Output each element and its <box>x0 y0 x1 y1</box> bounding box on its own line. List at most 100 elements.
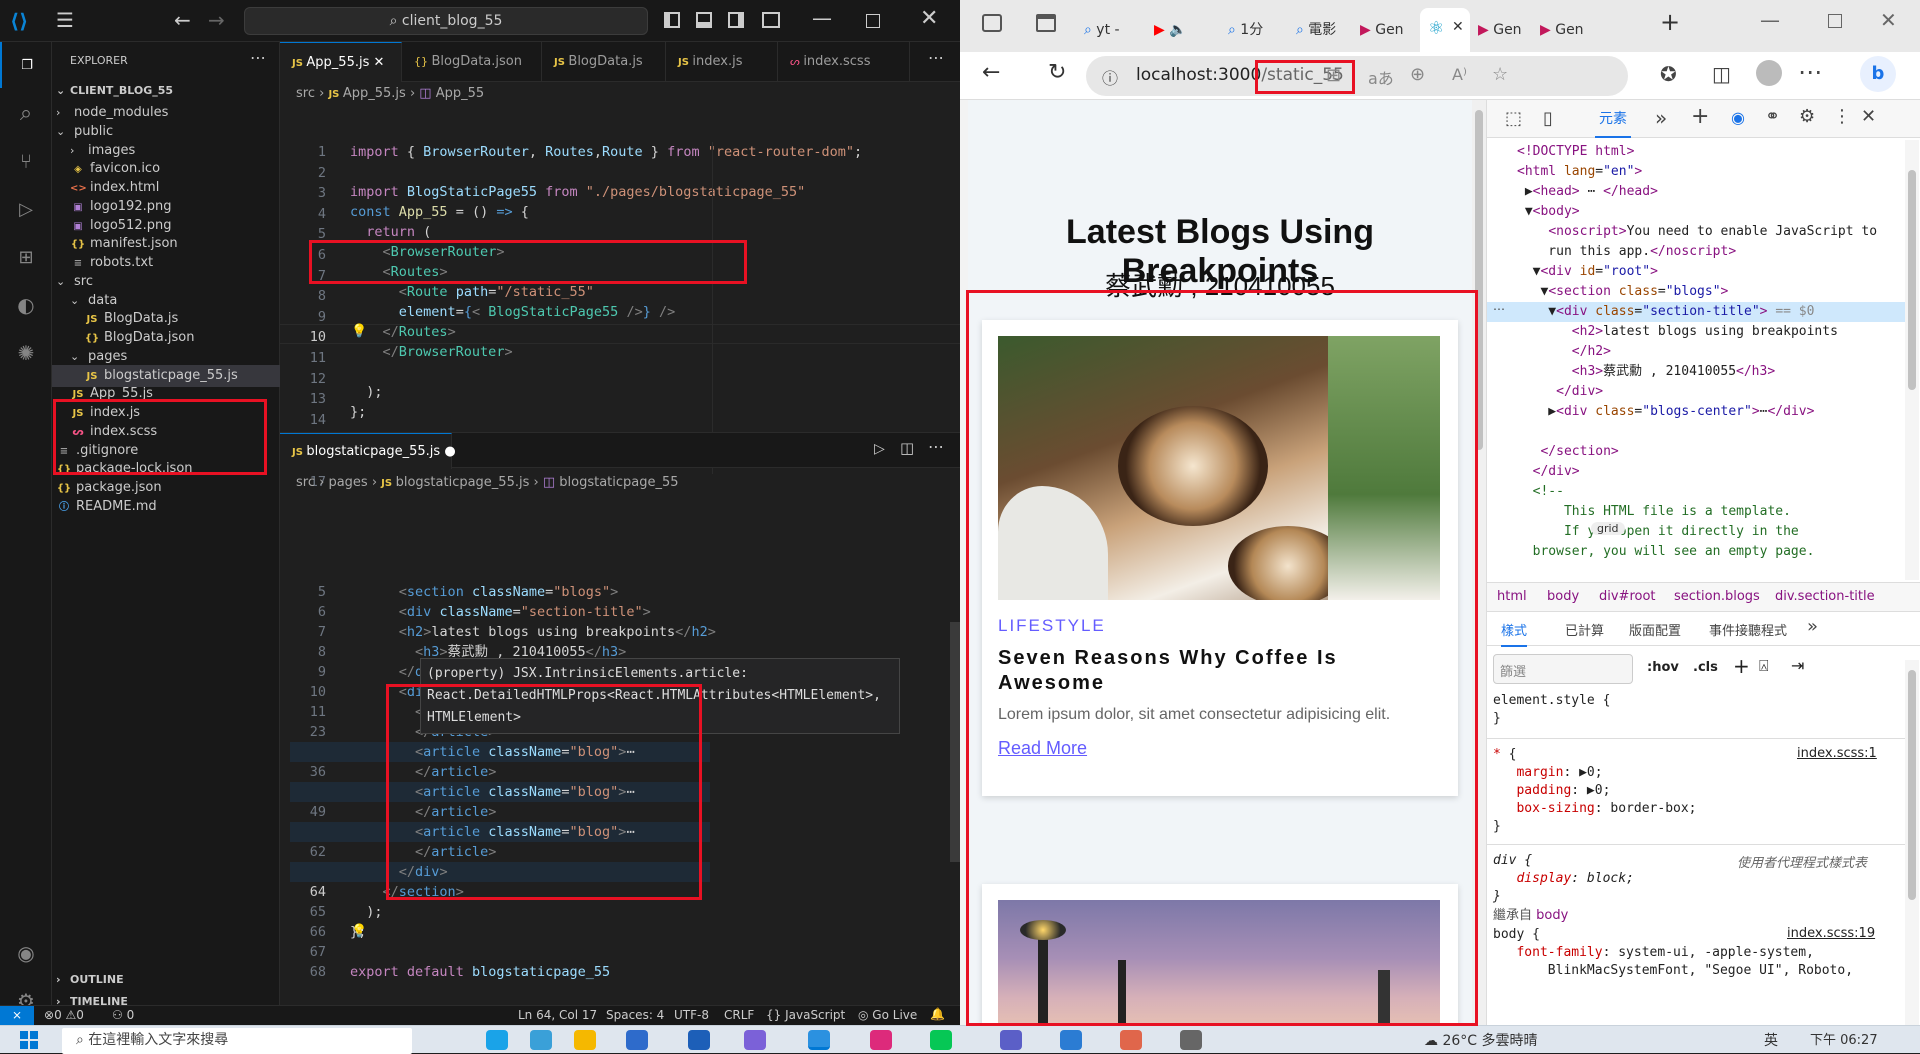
scrollbar-thumb[interactable] <box>950 622 960 862</box>
workspaces-icon[interactable] <box>982 14 1002 32</box>
indentation[interactable]: Spaces: 4 <box>606 1008 664 1022</box>
close-devtools-icon[interactable]: ✕ <box>1861 106 1876 127</box>
add-tool-icon[interactable]: + <box>1691 104 1709 129</box>
taskbar-search-box[interactable]: ⌕ 在這裡輸入文字來搜尋 <box>62 1028 412 1054</box>
crumb-item[interactable]: App_55.js <box>343 86 406 101</box>
app-available-icon[interactable]: ⊞ <box>1326 65 1341 86</box>
crumb-root[interactable]: div#root <box>1599 589 1656 604</box>
store-taskbar-icon[interactable] <box>626 1030 648 1050</box>
close-tab-icon[interactable]: ✕ <box>1452 19 1464 35</box>
tab-blogstaticpage[interactable]: JS blogstaticpage_55.js ● <box>280 433 456 469</box>
tab-blogdata-json[interactable]: {} BlogData.json <box>402 42 542 82</box>
crumb-div[interactable]: div.section-title <box>1775 589 1875 604</box>
browser-tab[interactable]: ⌕ yt - <box>1084 10 1146 50</box>
split-screen-icon[interactable]: ◫ <box>1712 62 1731 86</box>
maximize-icon[interactable] <box>1828 14 1842 28</box>
favorite-star-icon[interactable]: ☆ <box>1492 64 1508 85</box>
code-bottom[interactable]: <section className="blogs"> <div classNa… <box>350 582 716 982</box>
line-taskbar-icon[interactable] <box>930 1030 952 1050</box>
styles-scrollbar-thumb[interactable] <box>1908 670 1916 900</box>
dom-scrollbar[interactable] <box>1905 140 1919 580</box>
run-debug-icon[interactable]: ▷ <box>0 186 52 232</box>
notifications-bell-icon[interactable]: 🔔 <box>930 1007 945 1021</box>
browser-tab[interactable]: ▶ 🔈 <box>1154 10 1214 50</box>
app-taskbar-icon[interactable] <box>1120 1030 1142 1050</box>
windows-start-icon[interactable] <box>20 1031 38 1049</box>
ime-indicator[interactable]: 英 <box>1764 1030 1778 1050</box>
inspect-element-icon[interactable]: ⬚ <box>1505 108 1522 129</box>
grid-badge[interactable]: grid <box>1591 522 1625 535</box>
crumb-item[interactable]: App_55 <box>436 86 484 101</box>
tab-index-scss[interactable]: ᔕ index.scss <box>778 42 910 82</box>
language-mode[interactable]: {} JavaScript <box>766 1008 845 1022</box>
cls-toggle[interactable]: .cls <box>1693 660 1718 675</box>
device-emulation-icon[interactable]: ▯ <box>1543 108 1553 129</box>
network-conditions-icon[interactable]: ⚭ <box>1765 106 1780 127</box>
inherited-element[interactable]: body <box>1536 908 1568 923</box>
settings-gear-icon[interactable]: ⚙ <box>1799 106 1815 127</box>
browser-tab[interactable]: ⌕ 1分 <box>1228 10 1282 50</box>
encoding[interactable]: UTF-8 <box>674 1008 709 1022</box>
crumb-body[interactable]: body <box>1547 589 1579 604</box>
styles-scrollbar[interactable] <box>1905 660 1919 1025</box>
cursor-position[interactable]: Ln 64, Col 17 <box>518 1008 597 1022</box>
profile-avatar[interactable] <box>1756 60 1782 86</box>
tab-computed[interactable]: 已計算 <box>1565 620 1604 639</box>
crumb-item[interactable]: src <box>296 475 315 490</box>
crumb-item[interactable]: blogstaticpage_55 <box>559 475 678 490</box>
blog-card[interactable] <box>982 884 1458 1025</box>
settings-taskbar-icon[interactable] <box>1180 1030 1202 1050</box>
edge-beta-taskbar-icon[interactable] <box>530 1030 552 1050</box>
more-menu-icon[interactable]: ⋯ <box>1798 58 1822 86</box>
chatgpt-icon[interactable]: ✺ <box>0 330 52 376</box>
scss-link-19[interactable]: index.scss:19 <box>1787 926 1875 941</box>
browser-tab[interactable]: ▶ Gen <box>1540 10 1592 50</box>
more-actions-icon[interactable]: ⋯ <box>928 437 944 456</box>
browser-tab[interactable]: ⌕ 電影 <box>1296 10 1350 50</box>
teams-taskbar-icon[interactable] <box>1000 1030 1022 1050</box>
menu-icon[interactable]: ☰ <box>56 8 74 32</box>
style-rule-universal[interactable]: * { margin: ▶0; padding: ▶0; box-sizing:… <box>1493 746 1697 836</box>
dom-tree-selected[interactable]: ▼<div class="section-title"> == $0 <h2>l… <box>1517 302 1838 562</box>
more-tabs-icon[interactable]: » <box>1655 106 1667 130</box>
explorer-icon[interactable]: ❐ <box>0 42 52 88</box>
command-center-search[interactable]: ⌕ client_blog_55 <box>244 7 648 35</box>
project-root[interactable]: ⌄ CLIENT_BLOG_55 <box>52 80 280 102</box>
minimize-icon[interactable]: — <box>1760 8 1780 32</box>
styles-filter-input[interactable]: 篩選 <box>1493 654 1633 684</box>
scss-link-1[interactable]: index.scss:1 <box>1797 746 1877 761</box>
crumb-section[interactable]: section.blogs <box>1674 589 1760 604</box>
forward-arrow-icon[interactable]: → <box>208 8 225 32</box>
customize-layout-icon[interactable] <box>762 12 780 28</box>
read-aloud-icon[interactable]: aあ <box>1368 65 1394 89</box>
tree-item[interactable]: ⓘ README.md <box>52 496 280 518</box>
new-tab-icon[interactable]: + <box>1660 8 1680 36</box>
back-arrow-icon[interactable]: ← <box>174 8 191 32</box>
read-more-link[interactable]: Read More <box>998 738 1087 759</box>
zoom-icon[interactable]: ⊕ <box>1410 64 1425 85</box>
vscode-taskbar-icon[interactable] <box>808 1030 830 1050</box>
toggle-panel-icon[interactable] <box>696 12 712 28</box>
tab-elements[interactable]: 元素 <box>1595 100 1631 138</box>
close-icon[interactable]: ✕ <box>1880 8 1897 32</box>
outline-section[interactable]: › OUTLINE <box>52 969 280 991</box>
search-view-icon[interactable]: ⌕ <box>0 90 52 136</box>
split-editor-icon[interactable]: ◫ <box>900 439 914 457</box>
tab-event-listeners[interactable]: 事件接聽程式 <box>1709 620 1787 639</box>
tab-actions-icon[interactable] <box>1036 14 1056 32</box>
toggle-secondary-sidebar-icon[interactable] <box>728 12 744 28</box>
word-taskbar-icon[interactable] <box>1060 1030 1082 1050</box>
page-scrollbar[interactable] <box>1472 100 1486 1025</box>
active-browser-tab[interactable]: ⚛ ✕ <box>1420 8 1470 52</box>
app-taskbar-icon[interactable] <box>744 1030 766 1050</box>
dom-scrollbar-thumb[interactable] <box>1908 170 1916 390</box>
crumb-item[interactable]: src <box>296 86 315 101</box>
minimize-icon[interactable]: — <box>812 6 832 30</box>
problems-status[interactable]: ⊗0 ⚠0 <box>44 1008 84 1022</box>
more-options-icon[interactable]: ⋮ <box>1833 106 1851 127</box>
hov-toggle[interactable]: :hov <box>1647 660 1679 675</box>
clock[interactable]: 下午 06:27 <box>1810 1029 1878 1048</box>
weather-widget[interactable]: ☁ 26°C 多雲時晴 <box>1424 1030 1538 1050</box>
tab-styles[interactable]: 樣式 <box>1501 620 1528 647</box>
account-icon[interactable]: ◉ <box>0 930 52 976</box>
